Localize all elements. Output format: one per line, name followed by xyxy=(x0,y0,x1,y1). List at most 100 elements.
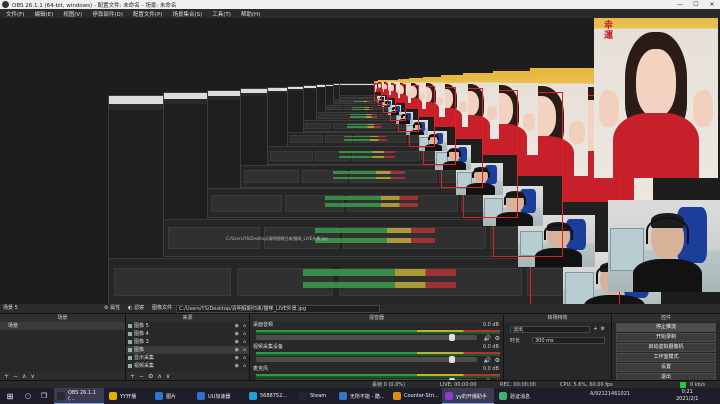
duration-input[interactable]: 300 ms xyxy=(532,336,605,344)
start-virtual-camera-button[interactable]: 启动虚拟摄像机 xyxy=(616,343,716,352)
close-button[interactable]: ✕ xyxy=(704,0,720,9)
taskbar-uu[interactable]: UU加速器 xyxy=(194,388,244,404)
system-clock[interactable]: 0:21 2021/2/1 xyxy=(676,389,698,403)
menu-help[interactable]: 帮助(H) xyxy=(241,10,260,18)
lock-icon[interactable]: ⌂ xyxy=(243,330,246,338)
app-label: yy的开播助手 xyxy=(456,393,487,400)
stop-streaming-button[interactable]: 停止推流 xyxy=(616,323,716,332)
taskbar-qq[interactable]: 5688752... xyxy=(246,388,294,404)
lock-icon[interactable]: ⌂ xyxy=(243,338,246,346)
preview-canvas[interactable]: 幸 運幸 運幸 運幸 運幸 運幸 運幸 運幸 運幸 運幸 運幸 運C:/User… xyxy=(0,18,720,304)
taskbar-steam[interactable]: Steam xyxy=(296,388,334,404)
taskbar-verify[interactable]: 验证消息 xyxy=(496,388,538,404)
lock-icon[interactable]: ⌂ xyxy=(243,354,246,362)
selection-outline xyxy=(374,83,382,101)
mixer-channel: 桌面音频 0.0 dB 🔊 ⚙ xyxy=(250,322,503,344)
add-scene-button[interactable]: + xyxy=(4,373,9,380)
source-up-button[interactable]: ∧ xyxy=(157,373,161,380)
settings-button[interactable]: 设置 xyxy=(616,363,716,372)
menu-bar: 文件(F) 编辑(E) 视图(V) 停靠部件(D) 配置文件(P) 场景集合(S… xyxy=(0,9,720,18)
taskbar-csgo[interactable]: Counter-Stri... xyxy=(390,388,440,404)
volume-slider-handle[interactable] xyxy=(448,356,455,363)
volume-slider[interactable] xyxy=(256,356,477,363)
task-view-button[interactable]: ❐ xyxy=(38,388,50,404)
source-item[interactable]: 图像 5 ◉ ⌂ xyxy=(126,322,249,330)
source-item[interactable]: 图像 ◉ ⌂ xyxy=(126,346,249,354)
source-item[interactable]: 视频采集 ◉ ⌂ xyxy=(126,362,249,370)
visibility-eye-icon[interactable]: ◉ xyxy=(235,346,239,354)
start-button[interactable]: ⊞ xyxy=(4,388,16,404)
main-photo-overlay: 幸 運 xyxy=(594,18,718,178)
speaker-icon[interactable]: 🔊 xyxy=(484,357,491,364)
gear-icon[interactable]: ⚙ xyxy=(495,335,500,342)
source-settings-button[interactable]: ⚙ xyxy=(148,373,153,380)
image-file-path[interactable]: C:/Users/YS/Desktop/清明假期归来/猫咪_LIVE外景.jpg xyxy=(176,305,380,313)
window-title: OBS 26.1.1 (64-bit, windows) - 配置文件: 未命名… xyxy=(12,2,177,9)
minimize-button[interactable]: — xyxy=(672,0,688,9)
channel-name: 桌面音频 xyxy=(253,322,274,328)
source-item[interactable]: 显示采集 ◉ ⌂ xyxy=(126,354,249,362)
taskbar-yy-assistant[interactable]: yy的开播助手 xyxy=(442,388,494,404)
source-name: 图像 5 xyxy=(134,323,149,329)
volume-meter-peak xyxy=(256,354,500,356)
properties-button[interactable]: ⚙ 属性 xyxy=(104,304,120,313)
image-source-icon xyxy=(128,348,132,352)
image-source-icon xyxy=(128,356,132,360)
speaker-icon[interactable]: 🔊 xyxy=(484,335,491,342)
taskbar-obs[interactable]: OBS 26.1.1 (... xyxy=(54,388,104,404)
remove-scene-button[interactable]: − xyxy=(13,373,18,380)
menu-docks[interactable]: 停靠部件(D) xyxy=(92,10,123,18)
lock-icon[interactable]: ⌂ xyxy=(243,346,246,354)
maximize-button[interactable]: ☐ xyxy=(688,0,704,9)
studio-mode-button[interactable]: 工作室模式 xyxy=(616,353,716,362)
app-label: OBS 26.1.1 (... xyxy=(67,390,96,402)
taskbar-photos[interactable]: 图片 xyxy=(152,388,192,404)
menu-edit[interactable]: 编辑(E) xyxy=(34,10,53,18)
main-charm-text: 幸 運 xyxy=(604,21,614,41)
filters-button[interactable]: ◐ 滤镜 xyxy=(128,304,144,313)
menu-scene-collection[interactable]: 场景集合(S) xyxy=(172,10,202,18)
source-item[interactable]: 图像 4 ◉ ⌂ xyxy=(126,330,249,338)
source-item[interactable]: 图像 3 ◉ ⌂ xyxy=(126,338,249,346)
menu-profile[interactable]: 配置文件(P) xyxy=(133,10,163,18)
mixer-channel: 视频采集设备 0.0 dB 🔊 ⚙ xyxy=(250,344,503,366)
lock-icon[interactable]: ⌂ xyxy=(243,362,246,370)
taskbar-browser[interactable]: 无所不能 - 酷... xyxy=(336,388,388,404)
scene-item[interactable]: 场景 xyxy=(0,322,125,330)
search-button[interactable]: ○ xyxy=(22,388,34,404)
lock-icon[interactable]: ⌂ xyxy=(243,322,246,330)
menu-view[interactable]: 视图(V) xyxy=(63,10,82,18)
scene-up-button[interactable]: ∧ xyxy=(22,373,26,380)
gear-icon[interactable]: ⚙ xyxy=(495,357,500,364)
image-source-icon xyxy=(128,332,132,336)
app-icon xyxy=(299,392,307,400)
menu-file[interactable]: 文件(F) xyxy=(6,10,24,18)
visibility-eye-icon[interactable]: ◉ xyxy=(235,338,239,346)
transition-type-select[interactable]: 淡出 xyxy=(510,325,591,333)
obs-app-icon xyxy=(2,1,9,8)
add-source-button[interactable]: + xyxy=(130,373,135,380)
volume-meter-peak xyxy=(256,332,500,334)
source-down-button[interactable]: ∨ xyxy=(166,373,170,380)
menu-tools[interactable]: 工具(T) xyxy=(212,10,231,18)
channel-name: 麦克风 xyxy=(253,366,269,372)
visibility-eye-icon[interactable]: ◉ xyxy=(235,322,239,330)
search-icon: ○ xyxy=(24,392,32,400)
add-transition-button[interactable]: + xyxy=(593,326,597,332)
window-titlebar: OBS 26.1.1 (64-bit, windows) - 配置文件: 未命名… xyxy=(0,0,720,9)
start-recording-button[interactable]: 开始录制 xyxy=(616,333,716,342)
visibility-eye-icon[interactable]: ◉ xyxy=(235,354,239,362)
app-icon xyxy=(197,392,205,400)
visibility-eye-icon[interactable]: ◉ xyxy=(235,330,239,338)
visibility-eye-icon[interactable]: ◉ xyxy=(235,362,239,370)
app-icon xyxy=(249,392,257,400)
sources-dock-title: 来源 xyxy=(126,314,249,322)
app-icon xyxy=(499,392,507,400)
source-name: 图像 3 xyxy=(134,339,149,345)
volume-slider[interactable] xyxy=(256,334,477,341)
remove-source-button[interactable]: − xyxy=(139,373,144,380)
volume-slider-handle[interactable] xyxy=(448,334,455,341)
transition-settings-icon[interactable]: ⚙ xyxy=(601,326,605,332)
taskbar-yy-live[interactable]: YY开播 xyxy=(106,388,150,404)
scene-down-button[interactable]: ∨ xyxy=(30,373,34,380)
